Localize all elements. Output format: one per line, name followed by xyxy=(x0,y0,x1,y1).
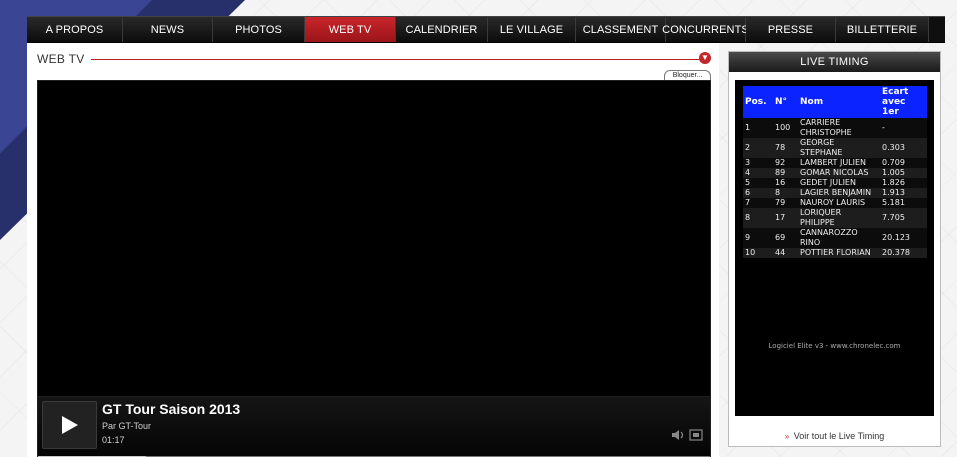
table-row: 9 69 CANNAROZZO RINO 20.123 xyxy=(743,228,927,248)
play-button[interactable] xyxy=(42,401,97,449)
cell-num: 17 xyxy=(773,208,798,228)
cell-name: LAGIER BENJAMIN xyxy=(798,188,880,198)
nav-item-a-propos[interactable]: A PROPOS xyxy=(27,17,123,42)
web-tv-panel: WEB TV ▼ Bloquer... GT Tour Saison 2013 … xyxy=(27,43,719,457)
table-row: 1 100 CARRIERE CHRISTOPHE - xyxy=(743,118,927,138)
cell-pos: 6 xyxy=(743,188,773,198)
cell-pos: 2 xyxy=(743,138,773,158)
table-header-row: Pos. N° Nom Ecart avec 1er xyxy=(743,86,927,118)
table-row: 6 8 LAGIER BENJAMIN 1.913 xyxy=(743,188,927,198)
video-title[interactable]: GT Tour Saison 2013 xyxy=(102,401,240,417)
cell-name: LAMBERT JULIEN xyxy=(798,158,880,168)
section-title: WEB TV xyxy=(37,52,85,66)
nav-item-billetterie[interactable]: BILLETTERIE xyxy=(836,17,929,42)
cell-name: GOMAR NICOLAS xyxy=(798,168,880,178)
cell-num: 8 xyxy=(773,188,798,198)
table-row: 5 16 GEDET JULIEN 1.826 xyxy=(743,178,927,188)
cell-name: GEDET JULIEN xyxy=(798,178,880,188)
table-row: 2 78 GEORGE STEPHANE 0.303 xyxy=(743,138,927,158)
nav-item-web-tv[interactable]: WEB TV xyxy=(305,17,396,42)
cell-gap: 1.913 xyxy=(880,188,927,198)
cell-gap: 0.303 xyxy=(880,138,927,158)
nav-item-le-village[interactable]: LE VILLAGE xyxy=(488,17,576,42)
live-timing-footer: Logiciel Elite v3 - www.chronelec.com xyxy=(768,342,901,350)
arrow-right-icon: » xyxy=(784,432,790,441)
cell-gap: - xyxy=(880,118,927,138)
cell-pos: 4 xyxy=(743,168,773,178)
table-row: 10 44 POTTIER FLORIAN 20.378 xyxy=(743,248,927,258)
cell-name: GEORGE STEPHANE xyxy=(798,138,880,158)
cell-num: 16 xyxy=(773,178,798,188)
cell-num: 79 xyxy=(773,198,798,208)
col-num: N° xyxy=(773,86,798,118)
nav-item-news[interactable]: NEWS xyxy=(123,17,213,42)
nav-item-presse[interactable]: PRESSE xyxy=(746,17,836,42)
cell-gap: 5.181 xyxy=(880,198,927,208)
live-timing-title: LIVE TIMING xyxy=(729,52,940,72)
cell-num: 44 xyxy=(773,248,798,258)
cell-num: 69 xyxy=(773,228,798,248)
cell-name: POTTIER FLORIAN xyxy=(798,248,880,258)
table-row: 4 89 GOMAR NICOLAS 1.005 xyxy=(743,168,927,178)
cell-gap: 7.705 xyxy=(880,208,927,228)
cell-pos: 7 xyxy=(743,198,773,208)
nav-item-concurrents[interactable]: CONCURRENTS xyxy=(662,17,749,42)
live-timing-table: Pos. N° Nom Ecart avec 1er 1 100 CARRIERE … xyxy=(743,86,927,258)
live-timing-panel: LIVE TIMING Pos. N° Nom Ecart avec 1er 1… xyxy=(728,51,941,447)
video-author[interactable]: Par GT-Tour xyxy=(102,421,151,431)
video-player[interactable]: GT Tour Saison 2013 Par GT-Tour 01:17 xyxy=(37,80,711,457)
view-all-label: Voir tout le Live Timing xyxy=(793,431,885,441)
table-row: 7 79 NAUROY LAURIS 5.181 xyxy=(743,198,927,208)
cell-pos: 8 xyxy=(743,208,773,228)
live-timing-screen: Pos. N° Nom Ecart avec 1er 1 100 CARRIERE … xyxy=(735,80,934,416)
title-divider xyxy=(91,59,701,60)
cell-num: 89 xyxy=(773,168,798,178)
col-gap: Ecart avec 1er xyxy=(880,86,927,118)
cell-name: CARRIERE CHRISTOPHE xyxy=(798,118,880,138)
cell-pos: 10 xyxy=(743,248,773,258)
table-row: 3 92 LAMBERT JULIEN 0.709 xyxy=(743,158,927,168)
cell-pos: 9 xyxy=(743,228,773,248)
cell-num: 78 xyxy=(773,138,798,158)
video-control-bar: GT Tour Saison 2013 Par GT-Tour 01:17 xyxy=(38,396,710,457)
view-all-live-timing-link[interactable]: » Voir tout le Live Timing xyxy=(729,431,940,441)
col-name: Nom xyxy=(798,86,880,118)
cell-pos: 1 xyxy=(743,118,773,138)
video-duration: 01:17 xyxy=(102,435,125,445)
table-row: 8 17 LORIQUER PHILIPPE 7.705 xyxy=(743,208,927,228)
cell-pos: 3 xyxy=(743,158,773,168)
cell-gap: 1.826 xyxy=(880,178,927,188)
cell-name: LORIQUER PHILIPPE xyxy=(798,208,880,228)
nav-item-photos[interactable]: PHOTOS xyxy=(213,17,305,42)
cell-gap: 0.709 xyxy=(880,158,927,168)
cell-name: NAUROY LAURIS xyxy=(798,198,880,208)
nav-item-classement[interactable]: CLASSEMENT xyxy=(576,17,666,42)
play-icon xyxy=(61,416,78,434)
volume-icon[interactable] xyxy=(671,429,685,441)
fullscreen-icon[interactable] xyxy=(689,429,703,441)
nav-item-calendrier[interactable]: CALENDRIER xyxy=(396,17,488,42)
cell-gap: 20.123 xyxy=(880,228,927,248)
cell-gap: 1.005 xyxy=(880,168,927,178)
cell-num: 100 xyxy=(773,118,798,138)
cell-name: CANNAROZZO RINO xyxy=(798,228,880,248)
cell-gap: 20.378 xyxy=(880,248,927,258)
cell-pos: 5 xyxy=(743,178,773,188)
main-nav: A PROPOS NEWS PHOTOS WEB TV CALENDRIER LE VIL… xyxy=(27,16,945,43)
cell-num: 92 xyxy=(773,158,798,168)
collapse-button[interactable]: ▼ xyxy=(699,52,711,64)
chevron-down-icon: ▼ xyxy=(701,53,709,62)
col-pos: Pos. xyxy=(743,86,773,118)
